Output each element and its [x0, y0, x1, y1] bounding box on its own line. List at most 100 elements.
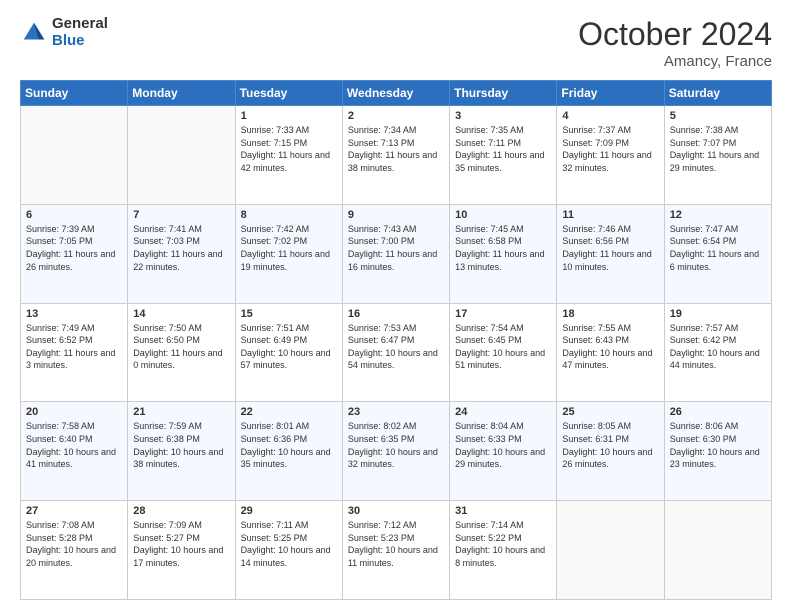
calendar-cell: 21Sunrise: 7:59 AMSunset: 6:38 PMDayligh… [128, 402, 235, 501]
day-info: Sunrise: 7:34 AMSunset: 7:13 PMDaylight:… [348, 124, 444, 174]
calendar-cell: 10 Sunrise: 7:45 AMSunset: 6:58 PMDayligh… [450, 204, 557, 303]
logo-general: General [52, 16, 108, 33]
calendar-cell: 1 Sunrise: 7:33 AMSunset: 7:15 PMDaylight… [235, 106, 342, 205]
day-info: Sunrise: 7:08 AMSunset: 5:28 PMDaylight:… [26, 519, 122, 569]
day-info: Sunrise: 7:47 AMSunset: 6:54 PMDaylight:… [670, 223, 766, 273]
day-info: Sunrise: 7:58 AMSunset: 6:40 PMDaylight:… [26, 420, 122, 470]
day-info: Sunrise: 7:54 AMSunset: 6:45 PMDaylight:… [455, 322, 551, 372]
day-number: 26 [670, 406, 766, 418]
calendar-cell: 8Sunrise: 7:42 AMSunset: 7:02 PMDaylight… [235, 204, 342, 303]
day-info: Sunrise: 7:33 AMSunset: 7:15 PMDaylight:… [241, 124, 337, 174]
day-number: 6 [26, 209, 122, 221]
calendar-cell [664, 501, 771, 600]
calendar-cell: 7 Sunrise: 7:41 AMSunset: 7:03 PMDaylight… [128, 204, 235, 303]
calendar-cell: 14 Sunrise: 7:50 AMSunset: 6:50 PMDayligh… [128, 303, 235, 402]
day-info: Sunrise: 7:57 AMSunset: 6:42 PMDaylight:… [670, 322, 766, 372]
day-info: Sunrise: 7:53 AMSunset: 6:47 PMDaylight:… [348, 322, 444, 372]
calendar-cell: 13 Sunrise: 7:49 AMSunset: 6:52 PMDayligh… [21, 303, 128, 402]
day-info: Sunrise: 7:14 AMSunset: 5:22 PMDaylight:… [455, 519, 551, 569]
calendar-header-thursday: Thursday [450, 81, 557, 106]
logo-blue: Blue [52, 33, 108, 50]
calendar-cell: 5 Sunrise: 7:38 AMSunset: 7:07 PMDaylight… [664, 106, 771, 205]
day-number: 24 [455, 406, 551, 418]
day-number: 29 [241, 505, 337, 517]
day-info: Sunrise: 7:46 AMSunset: 6:56 PMDaylight:… [562, 223, 658, 273]
day-number: 18 [562, 308, 658, 320]
calendar-header-row: SundayMondayTuesdayWednesdayThursdayFrid… [21, 81, 772, 106]
day-info: Sunrise: 7:35 AMSunset: 7:11 PMDaylight:… [455, 124, 551, 174]
calendar-cell: 2 Sunrise: 7:34 AMSunset: 7:13 PMDaylight… [342, 106, 449, 205]
day-number: 19 [670, 308, 766, 320]
day-info: Sunrise: 7:41 AMSunset: 7:03 PMDaylight:… [133, 223, 229, 273]
calendar-cell: 6 Sunrise: 7:39 AMSunset: 7:05 PMDaylight… [21, 204, 128, 303]
calendar-header-saturday: Saturday [664, 81, 771, 106]
header: General Blue October 2024 Amancy, France [20, 16, 772, 70]
calendar-week-row: 6 Sunrise: 7:39 AMSunset: 7:05 PMDaylight… [21, 204, 772, 303]
calendar-cell: 4Sunrise: 7:37 AMSunset: 7:09 PMDaylight… [557, 106, 664, 205]
calendar-header-sunday: Sunday [21, 81, 128, 106]
calendar-cell: 26Sunrise: 8:06 AMSunset: 6:30 PMDayligh… [664, 402, 771, 501]
logo-text: General Blue [52, 16, 108, 49]
location-title: Amancy, France [578, 53, 772, 70]
calendar-header-wednesday: Wednesday [342, 81, 449, 106]
day-info: Sunrise: 7:11 AMSunset: 5:25 PMDaylight:… [241, 519, 337, 569]
day-number: 8 [241, 209, 337, 221]
day-number: 14 [133, 308, 229, 320]
day-info: Sunrise: 7:59 AMSunset: 6:38 PMDaylight:… [133, 420, 229, 470]
calendar-header-friday: Friday [557, 81, 664, 106]
day-number: 2 [348, 110, 444, 122]
calendar-cell: 20 Sunrise: 7:58 AMSunset: 6:40 PMDayligh… [21, 402, 128, 501]
month-title: October 2024 [578, 16, 772, 53]
calendar-cell: 30Sunrise: 7:12 AMSunset: 5:23 PMDayligh… [342, 501, 449, 600]
calendar-cell [557, 501, 664, 600]
page: General Blue October 2024 Amancy, France… [0, 0, 792, 612]
calendar-cell: 3Sunrise: 7:35 AMSunset: 7:11 PMDaylight… [450, 106, 557, 205]
calendar-cell: 18Sunrise: 7:55 AMSunset: 6:43 PMDayligh… [557, 303, 664, 402]
day-info: Sunrise: 7:12 AMSunset: 5:23 PMDaylight:… [348, 519, 444, 569]
day-info: Sunrise: 7:09 AMSunset: 5:27 PMDaylight:… [133, 519, 229, 569]
calendar-cell: 28 Sunrise: 7:09 AMSunset: 5:27 PMDayligh… [128, 501, 235, 600]
calendar-week-row: 13 Sunrise: 7:49 AMSunset: 6:52 PMDayligh… [21, 303, 772, 402]
calendar-cell: 31 Sunrise: 7:14 AMSunset: 5:22 PMDayligh… [450, 501, 557, 600]
calendar-cell [21, 106, 128, 205]
day-number: 7 [133, 209, 229, 221]
day-info: Sunrise: 7:43 AMSunset: 7:00 PMDaylight:… [348, 223, 444, 273]
day-number: 31 [455, 505, 551, 517]
day-number: 9 [348, 209, 444, 221]
calendar-cell: 29 Sunrise: 7:11 AMSunset: 5:25 PMDayligh… [235, 501, 342, 600]
day-info: Sunrise: 8:01 AMSunset: 6:36 PMDaylight:… [241, 420, 337, 470]
calendar-cell: 22 Sunrise: 8:01 AMSunset: 6:36 PMDayligh… [235, 402, 342, 501]
day-number: 20 [26, 406, 122, 418]
day-number: 11 [562, 209, 658, 221]
calendar-cell: 19 Sunrise: 7:57 AMSunset: 6:42 PMDayligh… [664, 303, 771, 402]
day-number: 5 [670, 110, 766, 122]
day-number: 15 [241, 308, 337, 320]
day-number: 23 [348, 406, 444, 418]
day-info: Sunrise: 8:04 AMSunset: 6:33 PMDaylight:… [455, 420, 551, 470]
calendar-header-monday: Monday [128, 81, 235, 106]
day-number: 22 [241, 406, 337, 418]
title-block: October 2024 Amancy, France [578, 16, 772, 70]
calendar-week-row: 20 Sunrise: 7:58 AMSunset: 6:40 PMDayligh… [21, 402, 772, 501]
day-info: Sunrise: 7:45 AMSunset: 6:58 PMDaylight:… [455, 223, 551, 273]
calendar-cell: 24 Sunrise: 8:04 AMSunset: 6:33 PMDayligh… [450, 402, 557, 501]
day-number: 10 [455, 209, 551, 221]
calendar-cell: 23 Sunrise: 8:02 AMSunset: 6:35 PMDayligh… [342, 402, 449, 501]
day-number: 1 [241, 110, 337, 122]
day-number: 17 [455, 308, 551, 320]
day-number: 27 [26, 505, 122, 517]
calendar-week-row: 1 Sunrise: 7:33 AMSunset: 7:15 PMDaylight… [21, 106, 772, 205]
calendar-cell: 12Sunrise: 7:47 AMSunset: 6:54 PMDayligh… [664, 204, 771, 303]
day-info: Sunrise: 7:50 AMSunset: 6:50 PMDaylight:… [133, 322, 229, 372]
calendar-week-row: 27 Sunrise: 7:08 AMSunset: 5:28 PMDayligh… [21, 501, 772, 600]
day-info: Sunrise: 8:02 AMSunset: 6:35 PMDaylight:… [348, 420, 444, 470]
calendar-cell: 15Sunrise: 7:51 AMSunset: 6:49 PMDayligh… [235, 303, 342, 402]
day-info: Sunrise: 7:39 AMSunset: 7:05 PMDaylight:… [26, 223, 122, 273]
day-number: 13 [26, 308, 122, 320]
calendar-cell: 25Sunrise: 8:05 AMSunset: 6:31 PMDayligh… [557, 402, 664, 501]
day-info: Sunrise: 7:49 AMSunset: 6:52 PMDaylight:… [26, 322, 122, 372]
day-number: 28 [133, 505, 229, 517]
day-info: Sunrise: 7:38 AMSunset: 7:07 PMDaylight:… [670, 124, 766, 174]
day-info: Sunrise: 7:37 AMSunset: 7:09 PMDaylight:… [562, 124, 658, 174]
logo: General Blue [20, 16, 108, 49]
